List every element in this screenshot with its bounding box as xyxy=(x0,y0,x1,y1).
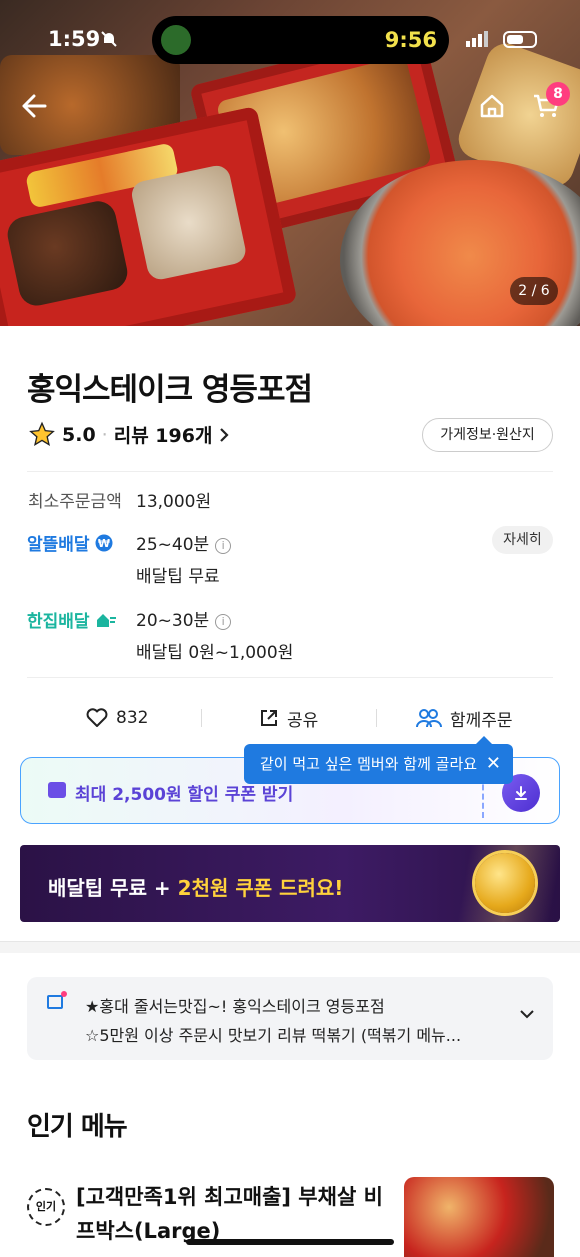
cycling-icon xyxy=(161,25,191,55)
saver-delivery-time: 25~40분 xyxy=(136,535,210,555)
menu-item-name: [고객만족1위 최고매출] 부채살 비프박스(Large) xyxy=(76,1185,383,1243)
separator-dot: · xyxy=(101,423,108,446)
promo-banner[interactable]: 배달팁 무료 + 2천원 쿠폰 드려요! xyxy=(20,845,560,922)
home-indicator[interactable] xyxy=(186,1239,394,1245)
close-icon[interactable]: ✕ xyxy=(486,744,501,784)
back-arrow-icon xyxy=(22,94,47,118)
download-icon xyxy=(515,786,527,800)
group-order-label: 함께주문 xyxy=(450,710,513,731)
divider xyxy=(27,471,553,472)
action-separator xyxy=(376,709,377,727)
action-bar: 832 공유 함께주문 xyxy=(0,700,580,736)
share-label: 공유 xyxy=(287,710,319,731)
store-info-button[interactable]: 가게정보·원산지 xyxy=(422,418,553,452)
section-divider xyxy=(0,941,580,953)
bell-muted-icon xyxy=(101,31,117,47)
group-order-button[interactable]: 함께주문 xyxy=(416,700,513,736)
group-people-icon xyxy=(416,709,442,728)
popular-menu-title: 인기 메뉴 xyxy=(27,1112,128,1142)
like-button[interactable]: 832 xyxy=(86,700,148,736)
house-speed-icon xyxy=(97,614,117,627)
info-icon[interactable]: i xyxy=(215,538,232,554)
action-separator xyxy=(201,709,202,727)
saver-delivery-badge: 알뜰배달 ₩ xyxy=(27,530,113,555)
store-hero-image[interactable]: 1:59 9:56 8 2 / 6 xyxy=(0,0,580,326)
chevron-down-icon[interactable] xyxy=(519,1009,535,1019)
info-icon[interactable]: i xyxy=(215,614,232,630)
saver-delivery-time-row: 25~40분 i xyxy=(136,530,232,555)
detail-button[interactable]: 자세히 xyxy=(492,526,553,554)
divider xyxy=(27,677,553,678)
saver-delivery-tip: 배달팁 무료 xyxy=(136,567,220,587)
svg-text:₩: ₩ xyxy=(98,537,110,550)
share-icon xyxy=(261,710,277,726)
notice-line-2: ☆5만원 이상 주문시 맛보기 리뷰 떡볶기 (떡볶기 메뉴... xyxy=(85,1026,462,1045)
rating-value: 5.0 xyxy=(62,423,96,446)
popular-badge: 인기 xyxy=(27,1188,65,1226)
signal-icon xyxy=(466,31,488,47)
back-button[interactable] xyxy=(12,84,56,128)
tooltip-text: 같이 먹고 싶은 멤버와 함께 골라요 xyxy=(260,755,478,773)
single-delivery-time-row: 20~30분 i xyxy=(136,606,232,631)
battery-icon xyxy=(503,31,537,48)
star-icon xyxy=(29,421,55,447)
dynamic-island: 9:56 xyxy=(152,16,449,64)
status-bar: 1:59 9:56 xyxy=(0,0,580,80)
menu-item-image xyxy=(404,1177,554,1257)
promo-text: 배달팁 무료 + 2천원 쿠폰 드려요! xyxy=(48,876,344,900)
min-order-label: 최소주문금액 xyxy=(28,492,122,512)
gold-coin-icon xyxy=(475,853,535,913)
share-button[interactable]: 공유 xyxy=(259,700,318,736)
single-delivery-badge: 한집배달 xyxy=(27,607,117,632)
notice-message-icon xyxy=(47,991,67,1009)
home-icon xyxy=(480,94,504,118)
store-notice[interactable]: ★홍대 줄서는맛집~! 홍익스테이크 영등포점 ☆5만원 이상 주문시 맛보기 … xyxy=(27,977,553,1060)
single-delivery-tip: 배달팁 0원~1,000원 xyxy=(136,643,294,663)
island-time: 9:56 xyxy=(384,28,437,52)
coupon-icon xyxy=(48,782,66,798)
like-count: 832 xyxy=(116,708,149,728)
heart-icon xyxy=(86,708,108,727)
rating-review-link[interactable]: 5.0 · 리뷰 196개 xyxy=(28,421,230,448)
single-delivery-time: 20~30분 xyxy=(136,611,210,631)
review-count: 리뷰 196개 xyxy=(113,425,213,447)
home-button[interactable] xyxy=(470,84,514,128)
cart-count-badge: 8 xyxy=(546,82,570,106)
group-order-tooltip: 같이 먹고 싶은 멤버와 함께 골라요 ✕ xyxy=(244,736,513,784)
chevron-right-icon xyxy=(220,427,229,442)
status-time: 1:59 xyxy=(48,27,101,51)
store-name: 홍익스테이크 영등포점 xyxy=(27,372,313,408)
min-order-value: 13,000원 xyxy=(136,492,212,512)
image-pager: 2 / 6 xyxy=(510,277,558,305)
won-coin-icon: ₩ xyxy=(95,534,113,552)
notice-line-1: ★홍대 줄서는맛집~! 홍익스테이크 영등포점 xyxy=(85,997,385,1016)
